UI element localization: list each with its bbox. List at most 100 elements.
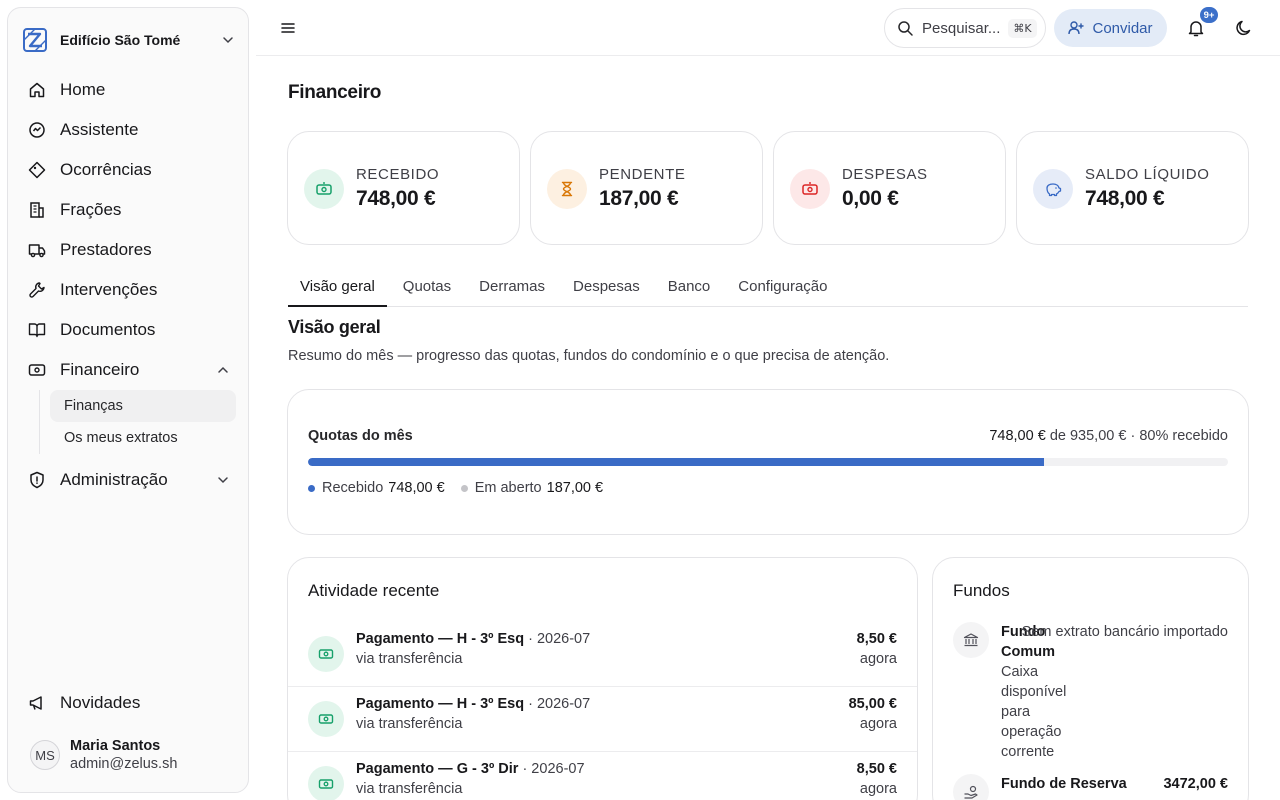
legend-open-value: 187,00 €: [546, 480, 604, 496]
activity-row-title: Pagamento — G - 3º Dir · 2026-07: [356, 761, 585, 777]
tab-despesas[interactable]: Despesas: [561, 266, 652, 306]
activity-row-amount: 8,50 €: [856, 631, 897, 647]
org-logo-icon: [22, 27, 48, 53]
sidebar-item-documentos[interactable]: Documentos: [22, 310, 236, 350]
quotas-progress-bar: [308, 458, 1228, 466]
legend-dot-received: [308, 484, 315, 492]
stat-label: SALDO LÍQUIDO: [1085, 166, 1210, 183]
activity-row-amount: 85,00 €: [848, 696, 897, 712]
fund-amount: 3472,00 €: [1163, 776, 1228, 792]
chevron-up-icon: [218, 366, 228, 373]
activity-row-time: agora: [859, 781, 897, 797]
bank-icon: [953, 622, 989, 658]
user-info: Maria Santos admin@zelus.sh: [70, 738, 177, 772]
activity-row-amount: 8,50 €: [856, 761, 897, 777]
funds-title: Fundos: [953, 581, 1010, 600]
section-description: Resumo do mês — progresso das quotas, fu…: [288, 348, 890, 364]
legend-dot-open: [460, 484, 468, 492]
org-switcher[interactable]: Edifício São Tomé: [22, 18, 236, 62]
activity-row[interactable]: Pagamento — G - 3º Dir · 2026-07 via tra…: [288, 752, 917, 800]
quotas-total: 935,00 €: [1069, 428, 1127, 444]
stat-card-saldo: SALDO LÍQUIDO 748,00 €: [1016, 131, 1249, 245]
stat-value: 187,00 €: [599, 187, 679, 210]
org-name: Edifício São Tomé: [60, 32, 181, 48]
book-icon: [28, 321, 46, 339]
sidebar-item-financeiro[interactable]: Financeiro: [22, 350, 236, 390]
activity-row-title: Pagamento — H - 3º Esq · 2026-07: [356, 696, 590, 712]
quotas-progress-fill: [308, 458, 1044, 466]
avatar: MS: [30, 740, 60, 770]
search-shortcut: ⌘K: [1008, 18, 1037, 38]
quotas-percent: · 80% recebido: [1130, 428, 1228, 444]
fund-note: Sem extrato bancário importado: [1021, 624, 1228, 640]
sidebar-item-novidades[interactable]: Novidades: [28, 690, 140, 716]
legend-received-value: 748,00 €: [388, 480, 445, 496]
quotas-summary: 748,00 € de 935,00 € · 80% recebido: [989, 428, 1228, 444]
menu-toggle-icon[interactable]: [278, 18, 298, 38]
sidebar: Edifício São Tomé Home Assistente Ocorrê…: [7, 7, 249, 793]
quotas-card: Quotas do mês 748,00 € de 935,00 € · 80%…: [287, 389, 1249, 535]
sidebar-item-intervencoes[interactable]: Intervenções: [22, 270, 236, 310]
banknote-icon: [308, 701, 344, 737]
wrench-icon: [28, 281, 46, 299]
page-title: Financeiro: [288, 82, 382, 103]
search-button[interactable]: Pesquisar... ⌘K: [884, 8, 1046, 48]
sidebar-subitem-financas[interactable]: Finanças: [50, 390, 236, 422]
banknote-icon: [790, 169, 830, 209]
truck-icon: [28, 241, 46, 259]
megaphone-icon: [28, 694, 46, 712]
tab-banco[interactable]: Banco: [656, 266, 723, 306]
tab-derramas[interactable]: Derramas: [467, 266, 557, 306]
chevron-down-icon: [223, 37, 233, 44]
activity-row[interactable]: Pagamento — H - 3º Esq · 2026-07 via tra…: [288, 687, 917, 752]
sidebar-item-label: Home: [60, 80, 106, 99]
stat-card-recebido: RECEBIDO 748,00 €: [287, 131, 520, 245]
stat-value: 748,00 €: [356, 187, 436, 210]
building-icon: [28, 201, 46, 219]
activity-row-period: · 2026-07: [522, 761, 585, 777]
piggy-bank-icon: [1033, 169, 1073, 209]
sidebar-item-administracao[interactable]: Administração: [22, 460, 236, 500]
user-menu[interactable]: MS Maria Santos admin@zelus.sh: [30, 738, 177, 772]
user-name: Maria Santos: [70, 738, 161, 754]
sidebar-item-fracoes[interactable]: Frações: [22, 190, 236, 230]
activity-row-period: · 2026-07: [528, 696, 591, 712]
stat-card-pendente: PENDENTE 187,00 €: [530, 131, 763, 245]
activity-row-name: Pagamento — H - 3º Esq: [356, 696, 525, 712]
sidebar-subitem-extratos[interactable]: Os meus extratos: [50, 422, 236, 454]
quotas-of: de: [1049, 428, 1066, 444]
activity-row-method: via transferência: [356, 781, 463, 797]
invite-label: Convidar: [1092, 19, 1153, 37]
funds-card: Fundos Fundo Comum Caixa disponível para…: [932, 557, 1249, 800]
moon-icon[interactable]: [1234, 18, 1254, 38]
legend-open-label: Em aberto: [474, 480, 542, 496]
stat-value: 748,00 €: [1085, 187, 1165, 210]
tab-configuracao[interactable]: Configuração: [726, 266, 839, 306]
tab-quotas[interactable]: Quotas: [391, 266, 463, 306]
sidebar-item-label: Documentos: [60, 320, 156, 339]
home-icon: [28, 81, 46, 99]
activity-row-method: via transferência: [356, 716, 463, 732]
search-icon: [898, 20, 913, 36]
activity-row[interactable]: Pagamento — H - 3º Esq · 2026-07 via tra…: [288, 622, 917, 687]
banknote-icon: [308, 766, 344, 800]
stat-label: RECEBIDO: [356, 166, 440, 183]
sidebar-item-label: Intervenções: [60, 280, 158, 299]
sidebar-item-prestadores[interactable]: Prestadores: [22, 230, 236, 270]
stat-label: PENDENTE: [599, 166, 686, 183]
assistant-icon: [28, 121, 46, 139]
sidebar-item-assistente[interactable]: Assistente: [22, 110, 236, 150]
sidebar-item-home[interactable]: Home: [22, 70, 236, 110]
sidebar-item-ocorrencias[interactable]: Ocorrências: [22, 150, 236, 190]
banknote-icon: [308, 636, 344, 672]
search-placeholder: Pesquisar...: [922, 19, 1001, 37]
tab-visao-geral[interactable]: Visão geral: [288, 266, 387, 307]
invite-button[interactable]: Convidar: [1054, 9, 1167, 47]
hourglass-icon: [547, 169, 587, 209]
sidebar-item-label: Novidades: [60, 693, 141, 712]
sidebar-item-label: Prestadores: [60, 240, 152, 259]
activity-row-period: · 2026-07: [528, 631, 591, 647]
shield-icon: [28, 471, 46, 489]
sidebar-item-label: Frações: [60, 200, 122, 219]
sidebar-item-label: Assistente: [60, 120, 139, 139]
